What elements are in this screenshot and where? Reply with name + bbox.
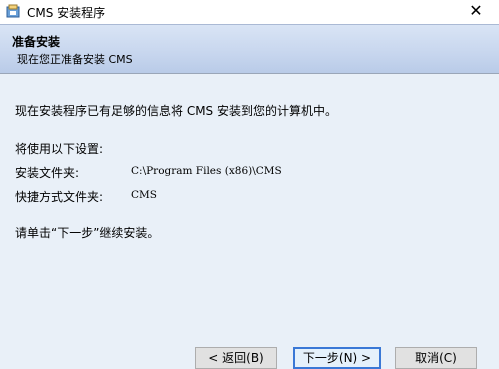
install-folder-label: 安装文件夹:: [15, 166, 80, 180]
cancel-button[interactable]: 取消(C): [395, 347, 477, 369]
header-subtitle: 现在您正准备安装 CMS: [17, 53, 133, 66]
instruction-text: 请单击“下一步”继续安装。: [15, 226, 160, 240]
close-icon: ✕: [469, 1, 483, 20]
header-title: 准备安装: [12, 35, 61, 49]
intro-text: 现在安装程序已有足够的信息将 CMS 安装到您的计算机中。: [15, 104, 337, 118]
next-button[interactable]: 下一步(N) >: [293, 347, 381, 369]
wizard-header: 准备安装 现在您正准备安装 CMS: [0, 24, 499, 73]
installer-app-icon: [6, 4, 20, 18]
window-title: CMS 安装程序: [27, 6, 106, 20]
shortcut-folder-value: CMS: [131, 189, 157, 201]
close-button[interactable]: ✕: [453, 0, 499, 24]
back-button[interactable]: < 返回(B): [195, 347, 277, 369]
settings-heading: 将使用以下设置:: [15, 142, 104, 156]
install-folder-value: C:\Program Files (x86)\CMS: [131, 165, 282, 177]
shortcut-folder-label: 快捷方式文件夹:: [15, 190, 104, 204]
title-bar: CMS 安装程序 ✕: [0, 0, 499, 24]
